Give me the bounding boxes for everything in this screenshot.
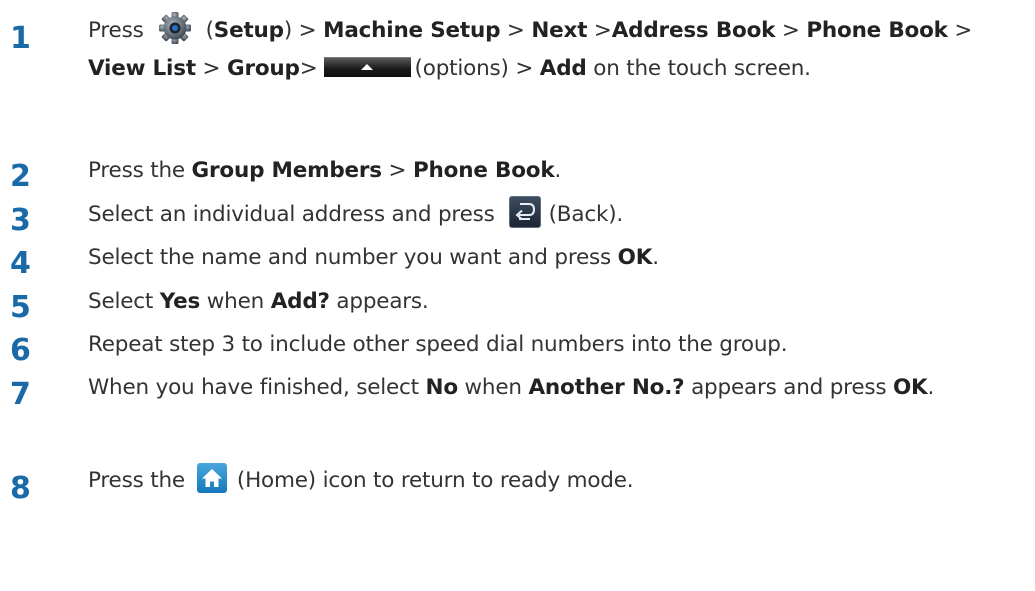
step-text: When you have finished, select No when A… [88, 375, 935, 400]
step-number: 4 [10, 246, 31, 281]
step-number: 1 [10, 21, 31, 56]
step-text: Select the name and number you want and … [88, 245, 659, 270]
step-number: 2 [10, 159, 31, 194]
step-number: 3 [10, 203, 31, 238]
step-number: 5 [10, 290, 31, 325]
step-text: Press the (Home) icon to return to ready … [88, 462, 1033, 500]
step-number: 8 [10, 471, 31, 506]
step-number: 6 [10, 333, 31, 368]
step-number: 7 [10, 377, 31, 412]
step-text: Press (Setup) > Machine Setup > Next >Add… [88, 12, 1033, 88]
setup-gear-icon [158, 11, 192, 45]
back-icon [508, 196, 541, 228]
options-bar-icon [323, 57, 411, 77]
step-text: Select Yes when Add? appears. [88, 289, 429, 314]
step-text: Repeat step 3 to include other speed dia… [88, 332, 788, 357]
home-icon [196, 463, 227, 493]
step-text: Select an individual address and press (B… [88, 196, 1033, 234]
instruction-steps: 1 Press (Setup) > Machine Setup > Next >A… [0, 0, 1035, 591]
step-text: Press the Group Members > Phone Book. [88, 158, 562, 183]
up-arrow-icon [360, 64, 373, 70]
